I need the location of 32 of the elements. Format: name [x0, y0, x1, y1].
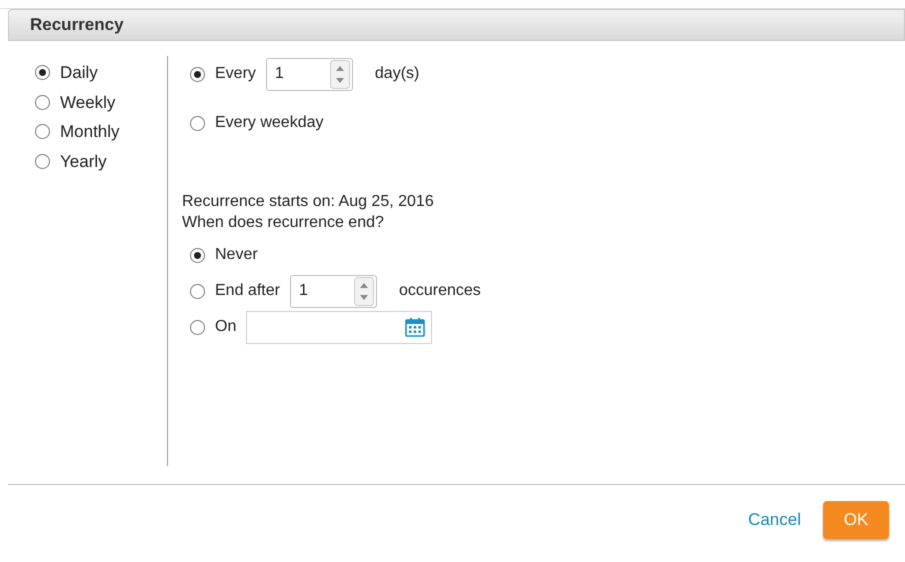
pattern-label: Yearly — [60, 150, 107, 172]
number-spinner[interactable]: 1 — [266, 58, 353, 90]
pattern-label: Monthly — [60, 121, 120, 143]
radio-button[interactable] — [190, 284, 205, 298]
stepper-arrows-icon[interactable] — [354, 276, 374, 306]
stepper-arrows-icon[interactable] — [330, 60, 350, 88]
end-question-text: When does recurrence end? — [182, 213, 385, 233]
number-spinner[interactable]: 1 — [290, 274, 377, 308]
number-value: 1 — [274, 64, 285, 84]
number-value: 1 — [298, 281, 309, 301]
radio-button[interactable] — [35, 154, 50, 169]
radio-button[interactable] — [35, 94, 50, 110]
radio-button[interactable] — [190, 66, 205, 82]
radio-button[interactable] — [35, 124, 50, 140]
pattern-label: Daily — [60, 62, 98, 84]
pattern-label: Weekly — [60, 92, 116, 114]
option-label: Never — [215, 245, 258, 265]
calendar-icon[interactable] — [405, 317, 426, 337]
date-field[interactable] — [246, 310, 432, 344]
radio-button[interactable] — [190, 320, 205, 334]
cancel-link[interactable]: Cancel — [748, 507, 801, 533]
radio-button[interactable] — [190, 248, 205, 262]
unit-label: day(s) — [374, 64, 420, 84]
unit-label: occurences — [398, 281, 481, 301]
start-date-text: Recurrence starts on: Aug 25, 2016 — [182, 192, 435, 212]
dialog-title: Recurrency — [30, 14, 124, 36]
option-label: Every — [215, 64, 256, 84]
option-label: On — [215, 317, 236, 337]
radio-button[interactable] — [190, 116, 205, 130]
radio-button[interactable] — [35, 65, 50, 80]
option-label: Every weekday — [215, 113, 324, 133]
option-label: End after — [215, 281, 280, 301]
